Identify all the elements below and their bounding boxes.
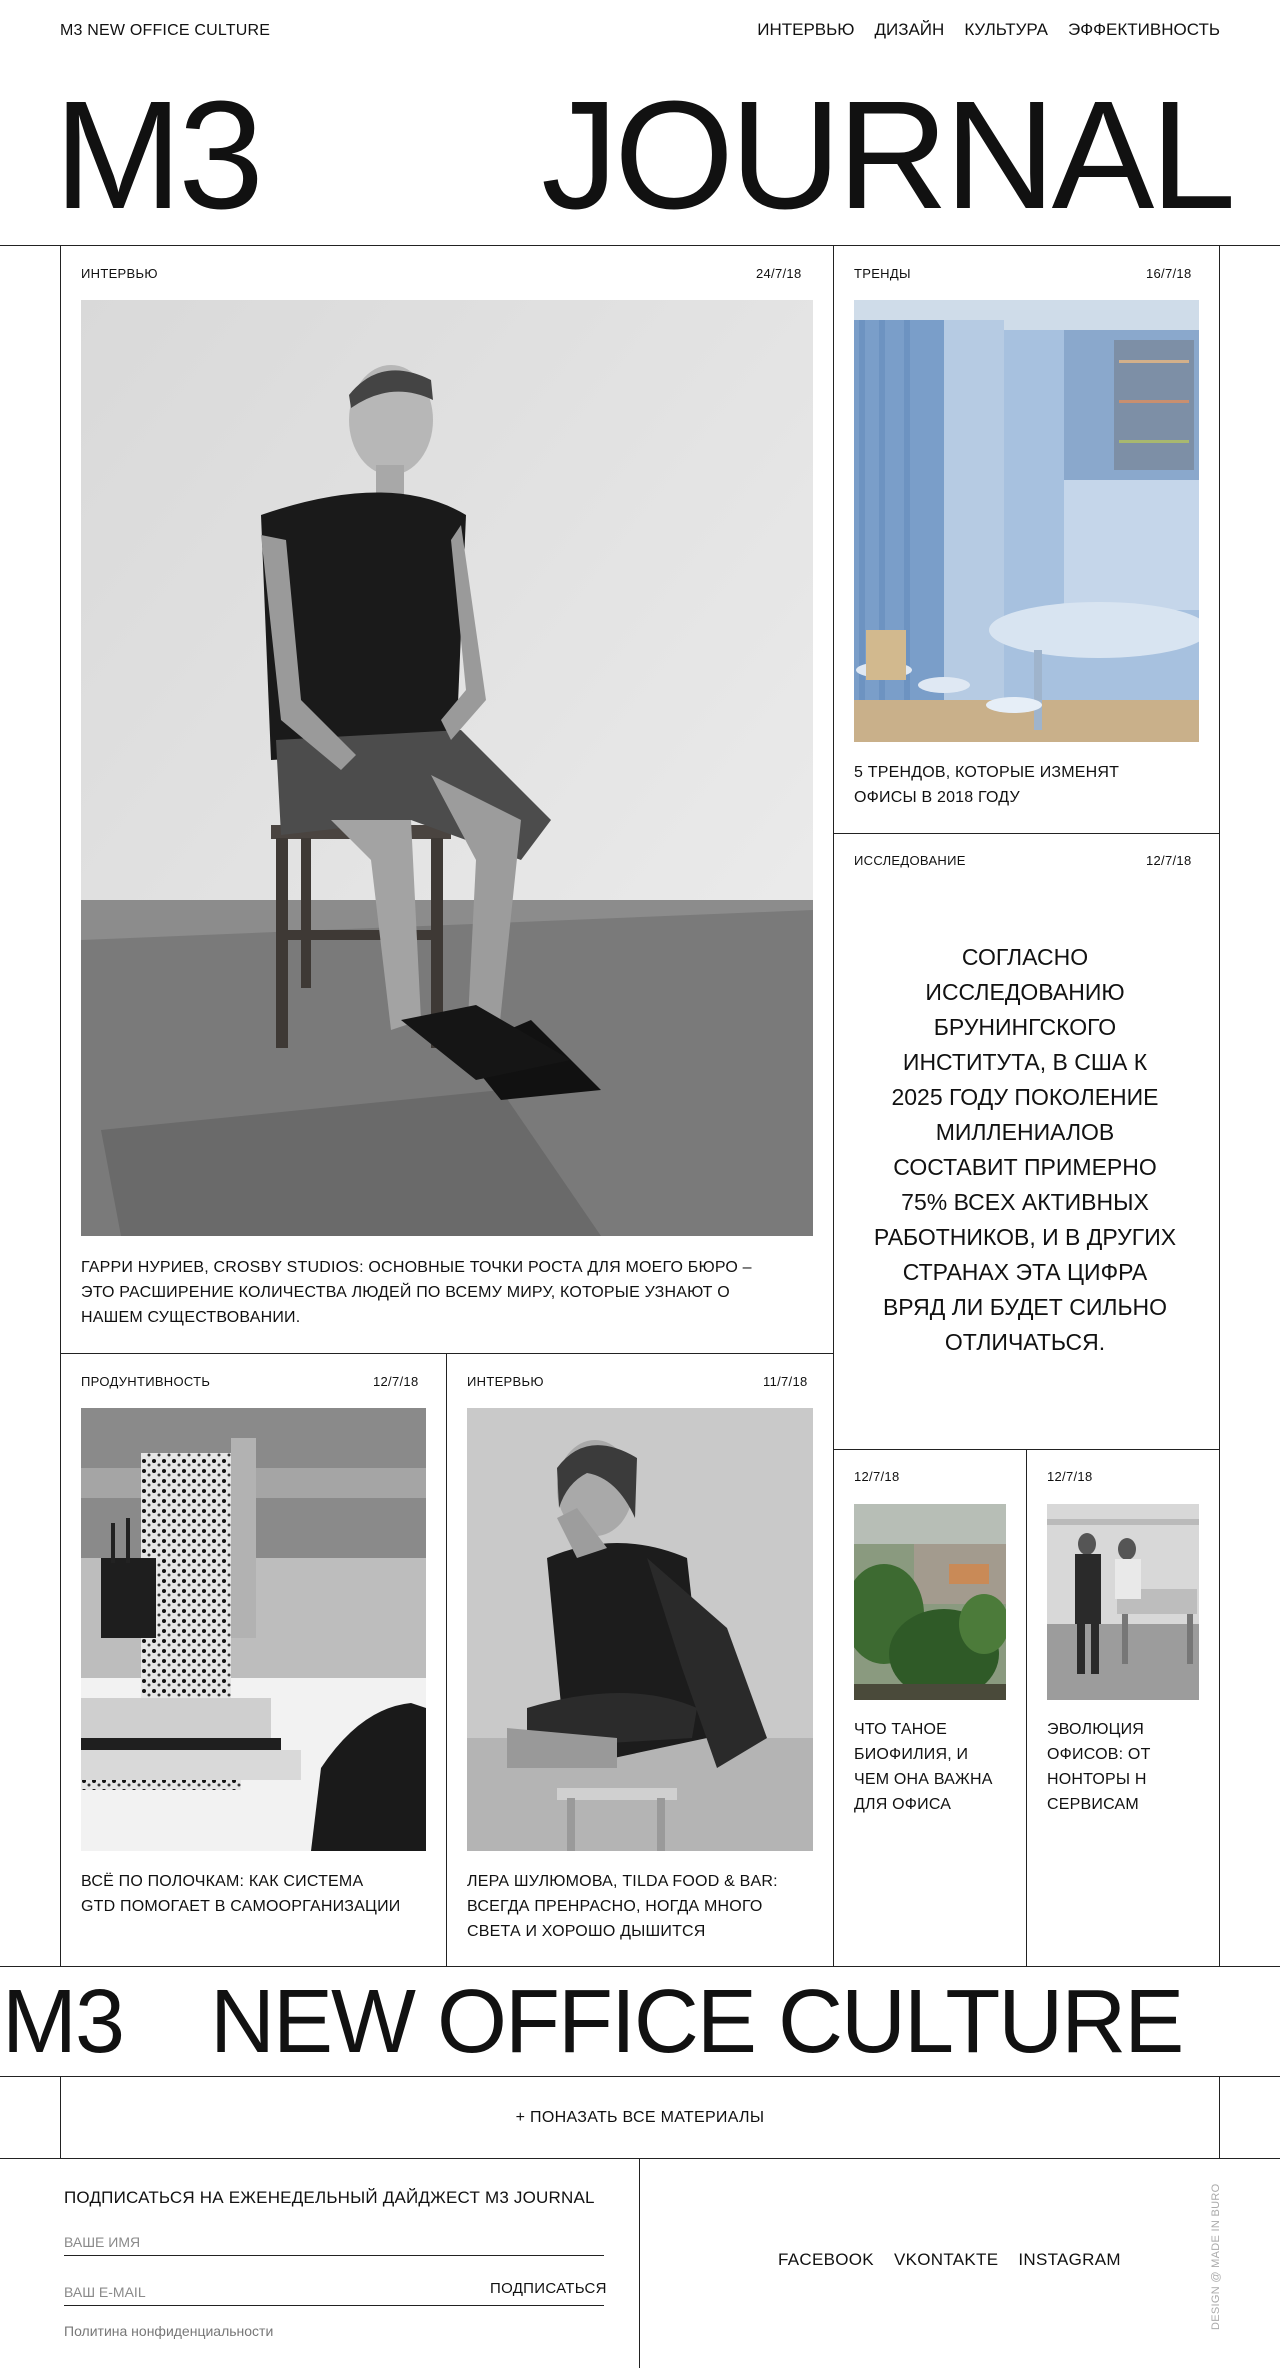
caption-line: 5 ТРЕНДОВ, КОТОРЫЕ ИЗМЕНЯТ (854, 764, 1120, 781)
card-caption[interactable]: ВСЁ ПО ПОЛОЧКАМ: КАК СИСТЕМА GTD ПОМОГАЕ… (81, 1869, 441, 1919)
card-date: 16/7/18 (1146, 266, 1192, 281)
portrait-photo[interactable] (467, 1408, 813, 1851)
caption-line: GTD ПОМОГАЕТ В САМООРГАНИЗАЦИИ (81, 1898, 401, 1915)
caption-line: ЧЕМ ОНА ВАЖНА (854, 1771, 993, 1788)
banner-m3: M3 (2, 1972, 125, 2072)
divider (446, 1353, 447, 1967)
banner-tagline: NEW OFFICE CULTURE (210, 1972, 1184, 2072)
card-category: ПРОДУНТИВНОСТЬ (81, 1374, 211, 1389)
caption-line: НОНТОРЫ Н (1047, 1771, 1147, 1788)
caption-line: ОФИСЫ В 2018 ГОДУ (854, 789, 1020, 806)
card-date: 12/7/18 (854, 1469, 900, 1484)
divider (833, 245, 834, 1967)
design-credit[interactable]: DESIGN @ MADE IN BURO (1210, 2184, 1222, 2330)
caption-line: ЭТО РАСШИРЕНИЕ КОЛИЧЕСТВА ЛЮДЕЙ ПО ВСЕМУ… (81, 1284, 730, 1301)
site-name[interactable]: M3 NEW OFFICE CULTURE (60, 22, 270, 40)
nav-item-culture[interactable]: КУЛЬТУРА (964, 20, 1048, 40)
card-caption[interactable]: ГАРРИ НУРИЕВ, CROSBY STUDIOS: ОСНОВНЫЕ Т… (81, 1255, 821, 1330)
card-category: ИССЛЕДОВАНИЕ (854, 853, 966, 868)
plants-photo[interactable] (854, 1504, 1006, 1700)
divider (833, 833, 1219, 834)
masthead-m3: M3 (54, 69, 264, 241)
caption-line: ЛЕРА ШУЛЮМОВА, TILDA FOOD & BAR: (467, 1873, 778, 1890)
caption-line: БИОФИЛИЯ, И (854, 1746, 969, 1763)
masthead-journal: JOURNAL (541, 69, 1236, 241)
quote-line: СОСТАВИТ ПРИМЕРНО (893, 1154, 1157, 1180)
nav-item-interview[interactable]: ИНТЕРВЬЮ (757, 20, 854, 40)
divider (0, 2158, 1280, 2159)
divider (0, 1966, 1280, 1967)
quote-line: ИНСТИТУТА, В США К (902, 1049, 1148, 1075)
quote-line: РАБОТНИКОВ, И В ДРУГИХ (873, 1224, 1177, 1250)
interview-photo[interactable] (81, 300, 813, 1236)
brand-banner: M3 NEW OFFICE CULTURE (0, 1968, 1280, 2076)
facebook-link[interactable]: FACEBOOK (778, 2250, 874, 2270)
desk-organizer-photo[interactable] (81, 1408, 426, 1851)
quote-line: БРУНИНГСКОГО (933, 1014, 1117, 1040)
show-all-button[interactable]: + ПОНАЗАТЬ ВСЕ МАТЕРИАЛЫ (60, 2080, 1220, 2156)
research-quote[interactable]: СОГЛАСНО ИССЛЕДОВАНИЮ БРУНИНГСКОГО ИНСТИ… (845, 940, 1205, 1360)
card-caption[interactable]: ЧТО ТАНОЕ БИОФИЛИЯ, И ЧЕМ ОНА ВАЖНА ДЛЯ … (854, 1717, 1014, 1817)
quote-line: СТРАНАХ ЭТА ЦИФРА (902, 1259, 1148, 1285)
nav-item-design[interactable]: ДИЗАЙН (874, 20, 944, 40)
subscribe-button[interactable]: ПОДПИСАТЬСЯ (490, 2280, 607, 2297)
caption-line: НАШЕМ СУЩЕСТВОВАНИИ. (81, 1309, 301, 1326)
quote-line: МИЛЛЕНИАЛОВ (935, 1119, 1115, 1145)
caption-line: ВСЁ ПО ПОЛОЧКАМ: КАК СИСТЕМА (81, 1873, 364, 1890)
divider (639, 2158, 640, 2368)
office-interior-photo[interactable] (854, 300, 1199, 742)
card-date: 12/7/18 (1047, 1469, 1093, 1484)
quote-line: ОТЛИЧАТЬСЯ. (944, 1329, 1106, 1355)
quote-line: СОГЛАСНО (961, 944, 1089, 970)
caption-line: ОФИСОВ: ОТ (1047, 1746, 1151, 1763)
caption-line: ЧТО ТАНОЕ (854, 1721, 947, 1738)
divider (60, 245, 61, 1967)
quote-line: ИССЛЕДОВАНИЮ (925, 979, 1125, 1005)
caption-line: ВСЕГДА ПРЕНРАСНО, НОГДА МНОГО (467, 1898, 763, 1915)
vkontakte-link[interactable]: VKONTAKTE (894, 2250, 998, 2270)
divider (1026, 1449, 1027, 1967)
subscribe-title: ПОДПИСАТЬСЯ НА ЕЖЕНЕДЕЛЬНЫЙ ДАЙДЖЕСТ M3 … (64, 2188, 595, 2207)
card-category: ИНТЕРВЬЮ (467, 1374, 544, 1389)
privacy-link[interactable]: Политина нонфиденциальности (64, 2323, 273, 2339)
quote-line: 75% ВСЕХ АКТИВНЫХ (901, 1189, 1149, 1215)
instagram-link[interactable]: INSTAGRAM (1018, 2250, 1121, 2270)
quote-line: ВРЯД ЛИ БУДЕТ СИЛЬНО (882, 1294, 1168, 1320)
social-links: FACEBOOK VKONTAKTE INSTAGRAM (778, 2250, 1121, 2270)
caption-line: ДЛЯ ОФИСА (854, 1796, 952, 1813)
card-date: 12/7/18 (373, 1374, 419, 1389)
nav-item-efficiency[interactable]: ЭФФЕКТИВНОСТЬ (1068, 20, 1220, 40)
card-category: ТРЕНДЫ (854, 266, 911, 281)
masthead: M3 JOURNAL (48, 69, 1236, 241)
name-field[interactable] (64, 2228, 604, 2256)
card-caption[interactable]: 5 ТРЕНДОВ, КОТОРЫЕ ИЗМЕНЯТ ОФИСЫ В 2018 … (854, 760, 1204, 810)
caption-line: ЭВОЛЮЦИЯ (1047, 1721, 1145, 1738)
divider (0, 2076, 1280, 2077)
main-nav: ИНТЕРВЬЮ ДИЗАЙН КУЛЬТУРА ЭФФЕКТИВНОСТЬ (757, 20, 1220, 40)
office-history-photo[interactable] (1047, 1504, 1199, 1700)
divider (1219, 245, 1220, 1967)
card-date: 24/7/18 (756, 266, 802, 281)
card-category: ИНТЕРВЬЮ (81, 266, 158, 281)
caption-line: СВЕТА И ХОРОШО ДЫШИТСЯ (467, 1923, 706, 1940)
divider (0, 245, 1280, 246)
caption-line: СЕРВИСАМ (1047, 1796, 1139, 1813)
card-date: 12/7/18 (1146, 853, 1192, 868)
caption-line: ГАРРИ НУРИЕВ, CROSBY STUDIOS: ОСНОВНЫЕ Т… (81, 1259, 752, 1276)
quote-line: 2025 ГОДУ ПОКОЛЕНИЕ (891, 1084, 1159, 1110)
card-caption[interactable]: ЭВОЛЮЦИЯ ОФИСОВ: ОТ НОНТОРЫ Н СЕРВИСАМ (1047, 1717, 1207, 1817)
card-caption[interactable]: ЛЕРА ШУЛЮМОВА, TILDA FOOD & BAR: ВСЕГДА … (467, 1869, 827, 1944)
card-date: 11/7/18 (763, 1374, 808, 1389)
